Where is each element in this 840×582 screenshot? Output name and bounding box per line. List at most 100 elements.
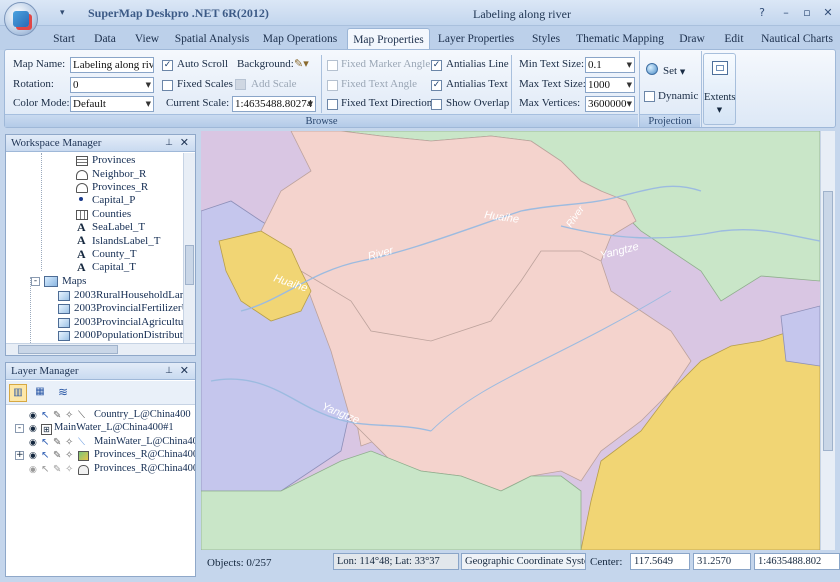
snap-icon[interactable]: ✧: [65, 464, 73, 475]
expand-icon[interactable]: +: [15, 451, 24, 460]
tree-item-provinces-r[interactable]: Provinces_R: [92, 181, 148, 193]
tab-nautical-charts[interactable]: Nautical Charts: [757, 28, 837, 50]
restore-button[interactable]: ▫: [797, 5, 817, 21]
map-name-input[interactable]: Labeling along river: [70, 57, 154, 73]
tree-item-map-1[interactable]: 2003RuralHouseholdLand: [74, 289, 183, 301]
chevron-down-icon[interactable]: ▼: [627, 97, 632, 111]
min-text-size-combo[interactable]: 0.1 ▼: [585, 57, 635, 73]
tree-item-counties[interactable]: Counties: [92, 208, 131, 220]
layer-list-view-icon[interactable]: ▥: [9, 384, 27, 402]
edit-pencil-icon[interactable]: ✎: [53, 410, 61, 421]
chevron-down-icon[interactable]: ▼: [627, 58, 632, 72]
tree-item-map-4[interactable]: 2000PopulationDistributi: [74, 329, 183, 341]
snap-icon[interactable]: ✧: [65, 437, 73, 448]
collapse-icon[interactable]: -: [15, 424, 24, 433]
tree-item-map-2[interactable]: 2003ProvincialFertilizerU: [74, 302, 183, 314]
scrollbar-thumb[interactable]: [18, 345, 118, 354]
tab-map-properties[interactable]: Map Properties: [347, 28, 430, 50]
chevron-down-icon[interactable]: ▼: [146, 78, 151, 92]
coordinate-system[interactable]: Geographic Coordinate System: [461, 553, 586, 570]
layer-item-mainwater-l-1[interactable]: MainWater_L@China400#1: [54, 422, 174, 433]
tab-map-operations[interactable]: Map Operations: [258, 28, 342, 50]
dynamic-projection-checkbox[interactable]: [644, 91, 655, 102]
color-mode-combo[interactable]: Default ▼: [70, 96, 154, 112]
add-scale-button[interactable]: Add Scale: [251, 78, 297, 90]
pin-icon[interactable]: ⊥: [165, 135, 173, 151]
fixed-marker-angle-checkbox[interactable]: [327, 60, 338, 71]
eye-icon[interactable]: ◉: [29, 465, 37, 475]
tree-item-capital-t[interactable]: Capital_T: [92, 261, 136, 273]
eye-icon[interactable]: ◉: [29, 451, 37, 461]
chevron-down-icon[interactable]: ▼: [146, 97, 151, 111]
antialias-line-checkbox[interactable]: ✓: [431, 60, 442, 71]
center-y-input[interactable]: 31.2570: [693, 553, 751, 570]
paint-brush-icon[interactable]: ✎▾: [294, 57, 316, 71]
scale-input[interactable]: 1:4635488.802: [754, 553, 840, 570]
tab-layer-properties[interactable]: Layer Properties: [435, 28, 517, 50]
layer-item-provinces-r-1[interactable]: Provinces_R@China400: [94, 449, 195, 460]
fixed-scales-checkbox[interactable]: [162, 80, 173, 91]
tab-edit[interactable]: Edit: [717, 28, 751, 50]
eye-icon[interactable]: ◉: [29, 424, 37, 434]
select-arrow-icon[interactable]: ↖: [41, 437, 49, 448]
tab-draw[interactable]: Draw: [672, 28, 712, 50]
antialias-text-checkbox[interactable]: ✓: [431, 80, 442, 91]
projection-set-button[interactable]: Set ▼: [663, 65, 685, 77]
extents-button[interactable]: Extents ▼: [703, 53, 736, 125]
tab-spatial-analysis[interactable]: Spatial Analysis: [170, 28, 254, 50]
workspace-vertical-scrollbar[interactable]: [183, 153, 195, 343]
close-icon[interactable]: ✕: [180, 363, 189, 379]
eye-icon[interactable]: ◉: [29, 438, 37, 448]
tab-view[interactable]: View: [128, 28, 166, 50]
auto-scroll-checkbox[interactable]: ✓: [162, 60, 173, 71]
tree-item-neighbor-r[interactable]: Neighbor_R: [92, 168, 146, 180]
tree-item-map-3[interactable]: 2003ProvincialAgricultura: [74, 316, 183, 328]
show-overlap-checkbox[interactable]: [431, 99, 442, 110]
snap-icon[interactable]: ✧: [65, 450, 73, 461]
minimize-button[interactable]: –: [776, 5, 796, 21]
snap-icon[interactable]: ✧: [65, 410, 73, 421]
collapse-icon[interactable]: -: [31, 277, 40, 286]
scrollbar-thumb[interactable]: [185, 245, 194, 285]
app-menu-button[interactable]: [4, 2, 38, 36]
fixed-text-angle-checkbox[interactable]: [327, 80, 338, 91]
layer-item-provinces-r[interactable]: Provinces_R@China400: [94, 463, 195, 474]
tree-item-county-t[interactable]: County_T: [92, 248, 137, 260]
fixed-text-direction-checkbox[interactable]: [327, 99, 338, 110]
tab-thematic-mapping[interactable]: Thematic Mapping: [575, 28, 665, 50]
tab-styles[interactable]: Styles: [524, 28, 568, 50]
workspace-horizontal-scrollbar[interactable]: [6, 343, 195, 355]
map-canvas[interactable]: Huaihe River Huaihe River Yangtze Yangtz…: [201, 131, 820, 550]
quick-access-dropdown-icon[interactable]: ▾: [60, 7, 65, 18]
map-vertical-scrollbar[interactable]: [820, 131, 835, 550]
tab-data[interactable]: Data: [86, 28, 124, 50]
edit-pencil-icon[interactable]: ✎: [53, 450, 61, 461]
tree-item-provinces[interactable]: Provinces: [92, 154, 135, 166]
layer-item-mainwater-l[interactable]: MainWater_L@China400: [94, 436, 195, 447]
pin-icon[interactable]: ⊥: [165, 363, 173, 379]
tab-start[interactable]: Start: [46, 28, 82, 50]
edit-pencil-icon[interactable]: ✎: [53, 437, 61, 448]
max-text-size-combo[interactable]: 1000 ▼: [585, 77, 635, 93]
tree-item-maps[interactable]: Maps: [62, 275, 86, 287]
layer-stack-icon[interactable]: ≋: [54, 384, 72, 402]
edit-pencil-icon[interactable]: ✎: [53, 464, 61, 475]
close-button[interactable]: ✕: [818, 5, 838, 21]
layer-item-country-l[interactable]: Country_L@China400: [94, 409, 191, 420]
tree-item-sealabel-t[interactable]: SeaLabel_T: [92, 221, 145, 233]
max-vertices-combo[interactable]: 3600000 ▼: [585, 96, 635, 112]
help-button[interactable]: ?: [752, 5, 772, 21]
select-arrow-icon[interactable]: ↖: [41, 450, 49, 461]
tree-item-capital-p[interactable]: Capital_P: [92, 194, 135, 206]
close-icon[interactable]: ✕: [180, 135, 189, 151]
eye-icon[interactable]: ◉: [29, 411, 37, 421]
select-arrow-icon[interactable]: ↖: [41, 464, 49, 475]
current-scale-combo[interactable]: 1:4635488.80274 ▼: [232, 96, 316, 112]
chevron-down-icon[interactable]: ▼: [308, 97, 313, 111]
rotation-combo[interactable]: 0 ▼: [70, 77, 154, 93]
scrollbar-thumb[interactable]: [823, 191, 833, 451]
layer-group-view-icon[interactable]: ▦: [31, 384, 49, 402]
tree-item-islandslabel-t[interactable]: IslandsLabel_T: [92, 235, 160, 247]
select-arrow-icon[interactable]: ↖: [41, 410, 49, 421]
center-x-input[interactable]: 117.5649: [630, 553, 690, 570]
